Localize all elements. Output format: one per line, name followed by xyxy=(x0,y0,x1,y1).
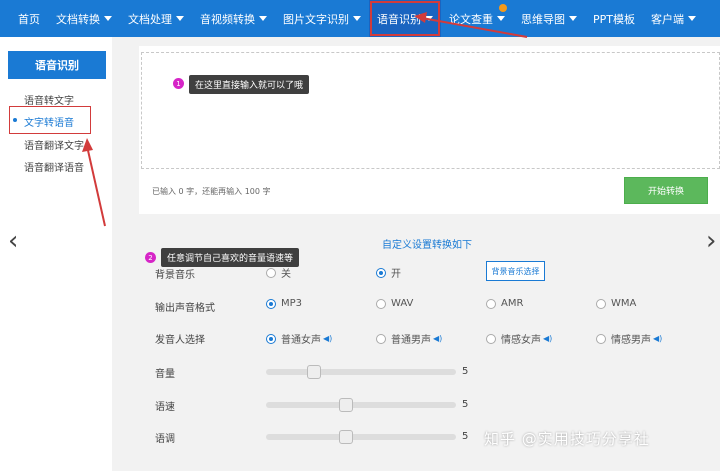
sidebar-item-speech-translate-text[interactable]: 语音翻译文字 xyxy=(24,137,84,152)
nav-item-label: 图片文字识别 xyxy=(283,12,349,26)
sidebar-item-speech-translate-speech[interactable]: 语音翻译语音 xyxy=(24,159,84,174)
caret-down-icon xyxy=(688,16,696,21)
tone-value: 5 xyxy=(462,431,469,442)
text-input[interactable] xyxy=(141,52,720,169)
caret-down-icon xyxy=(259,16,267,21)
top-nav: 首页 文档转换 文档处理 音视频转换 图片文字识别 语音识别 论文查重 思维导图… xyxy=(0,0,720,37)
speaker-icon[interactable]: ◀) xyxy=(323,334,332,343)
nav-item-mindmap[interactable]: 思维导图 xyxy=(513,0,585,37)
caret-down-icon xyxy=(353,16,361,21)
speed-label: 语速 xyxy=(155,402,175,413)
nav-item-ocr[interactable]: 图片文字识别 xyxy=(275,0,369,37)
radio-icon xyxy=(266,333,276,344)
radio-format-wma[interactable]: WMA xyxy=(596,298,636,309)
nav-item-av-convert[interactable]: 音视频转换 xyxy=(192,0,275,37)
bgmusic-select-button[interactable]: 背景音乐选择 xyxy=(486,261,545,281)
radio-icon xyxy=(376,267,386,278)
nav-item-doc-process[interactable]: 文档处理 xyxy=(120,0,192,37)
radio-label: WAV xyxy=(391,298,414,309)
radio-label: AMR xyxy=(501,298,524,309)
radio-icon xyxy=(266,298,276,309)
radio-format-mp3[interactable]: MP3 xyxy=(266,298,302,309)
slider-handle[interactable] xyxy=(338,398,353,412)
radio-voice-male[interactable]: 普通男声 ◀) xyxy=(376,331,442,346)
caret-down-icon xyxy=(104,16,112,21)
chevron-left-icon[interactable]: ‹ xyxy=(8,226,18,256)
bgmusic-label: 背景音乐 xyxy=(155,270,195,281)
radio-label: 关 xyxy=(281,269,291,280)
radio-voice-emotional-male[interactable]: 情感男声 ◀) xyxy=(596,331,662,346)
volume-value: 5 xyxy=(462,366,469,377)
nav-item-label: 思维导图 xyxy=(521,12,565,26)
nav-item-plagiarism[interactable]: 论文查重 xyxy=(441,0,513,37)
nav-item-speech-recognition[interactable]: 语音识别 xyxy=(369,0,441,37)
slider-handle[interactable] xyxy=(338,430,353,444)
radio-bgmusic-on[interactable]: 开 xyxy=(376,265,401,280)
radio-format-amr[interactable]: AMR xyxy=(486,298,523,309)
radio-voice-emotional-female[interactable]: 情感女声 ◀) xyxy=(486,331,552,346)
tone-slider[interactable] xyxy=(266,430,456,444)
radio-label: 情感女声 xyxy=(501,335,541,346)
nav-item-label: 首页 xyxy=(18,12,40,26)
tone-label: 语调 xyxy=(155,434,175,445)
format-label: 输出声音格式 xyxy=(155,303,215,314)
radio-icon xyxy=(266,267,276,278)
slider-handle[interactable] xyxy=(306,365,321,379)
nav-item-label: 文档处理 xyxy=(128,12,172,26)
caret-down-icon xyxy=(569,16,577,21)
speaker-icon[interactable]: ◀) xyxy=(543,334,552,343)
radio-label: 普通男声 xyxy=(391,335,431,346)
nav-item-label: 文档转换 xyxy=(56,12,100,26)
radio-label: 开 xyxy=(391,269,401,280)
tip-number: 1 xyxy=(173,78,184,89)
nav-item-home[interactable]: 首页 xyxy=(10,0,48,37)
nav-item-label: 论文查重 xyxy=(449,12,493,26)
nav-item-doc-convert[interactable]: 文档转换 xyxy=(48,0,120,37)
nav-item-label: 客户端 xyxy=(651,12,684,26)
radio-voice-female[interactable]: 普通女声 ◀) xyxy=(266,331,332,346)
radio-label: MP3 xyxy=(281,298,303,309)
start-convert-button[interactable]: 开始转换 xyxy=(624,177,708,204)
radio-format-wav[interactable]: WAV xyxy=(376,298,413,309)
volume-label: 音量 xyxy=(155,369,175,380)
caret-down-icon xyxy=(497,16,505,21)
watermark: 知乎 @实用技巧分享社 xyxy=(484,430,650,448)
radio-label: 普通女声 xyxy=(281,335,321,346)
nav-item-label: PPT模板 xyxy=(593,12,635,26)
hot-badge-icon xyxy=(499,4,507,12)
chevron-right-icon[interactable]: › xyxy=(706,226,716,256)
radio-icon xyxy=(486,333,496,344)
radio-icon xyxy=(596,298,606,309)
tooltip-input-hint: 在这里直接输入就可以了哦 xyxy=(189,75,310,94)
speaker-icon[interactable]: ◀) xyxy=(433,334,442,343)
speaker-icon[interactable]: ◀) xyxy=(653,334,662,343)
settings-title: 自定义设置转换如下 xyxy=(382,240,472,251)
sidebar-item-speech-to-text[interactable]: 语音转文字 xyxy=(24,92,74,107)
caret-down-icon xyxy=(425,16,433,21)
speed-slider[interactable] xyxy=(266,398,456,412)
volume-slider[interactable] xyxy=(266,365,456,379)
radio-label: 情感男声 xyxy=(611,335,651,346)
tip-number: 2 xyxy=(145,252,156,263)
radio-bgmusic-off[interactable]: 关 xyxy=(266,265,291,280)
radio-icon xyxy=(376,333,386,344)
sidebar-title: 语音识别 xyxy=(8,51,106,79)
speed-value: 5 xyxy=(462,399,469,410)
radio-icon xyxy=(486,298,496,309)
caret-down-icon xyxy=(176,16,184,21)
nav-item-label: 音视频转换 xyxy=(200,12,255,26)
nav-item-client[interactable]: 客户端 xyxy=(643,0,704,37)
nav-item-ppt[interactable]: PPT模板 xyxy=(585,0,643,37)
radio-icon xyxy=(596,333,606,344)
voice-label: 发音人选择 xyxy=(155,335,205,346)
radio-label: WMA xyxy=(611,298,637,309)
char-counter: 已输入 0 字，还能再输入 100 字 xyxy=(152,187,271,196)
nav-item-label: 语音识别 xyxy=(377,12,421,26)
annotation-highlight-box xyxy=(9,106,91,134)
radio-icon xyxy=(376,298,386,309)
